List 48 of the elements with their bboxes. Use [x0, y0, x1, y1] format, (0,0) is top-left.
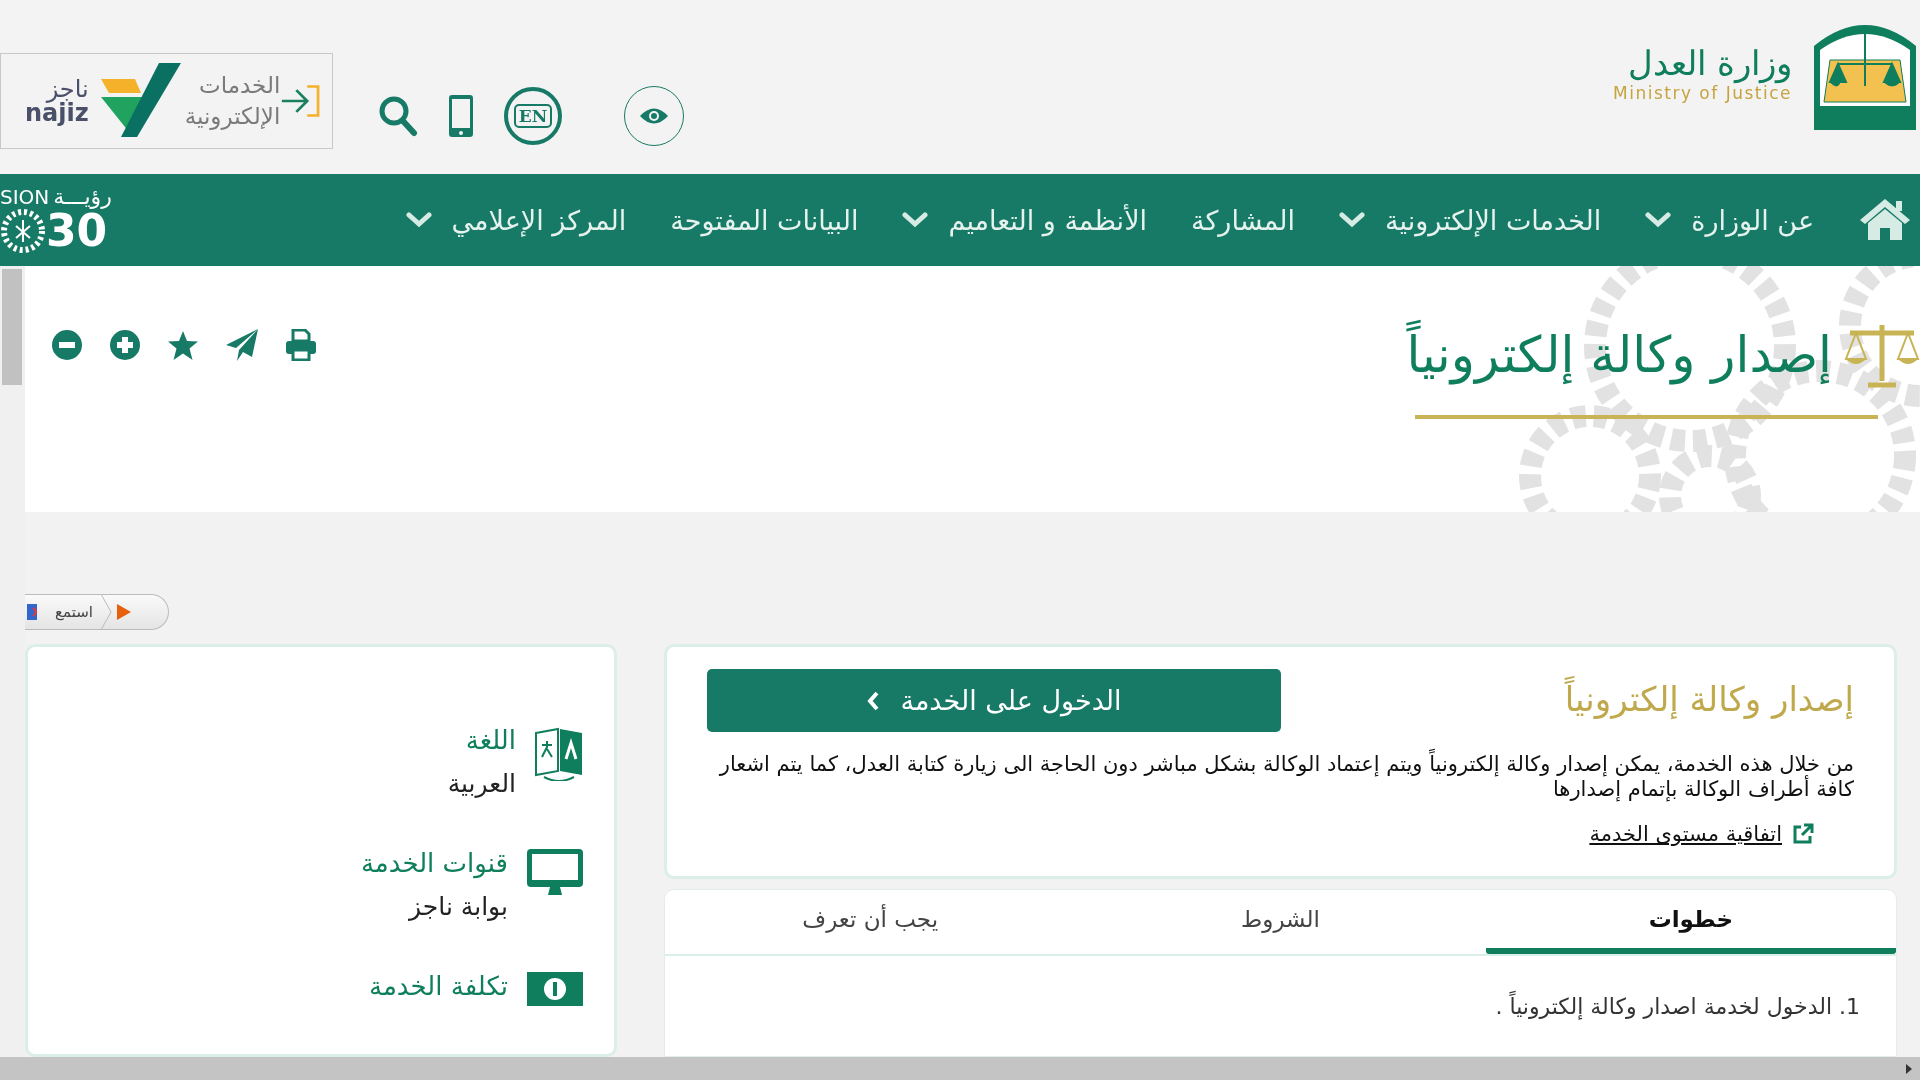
listen-button[interactable]: استمع [25, 594, 169, 630]
vision-year: 30 [46, 209, 108, 253]
banknote-icon [526, 971, 584, 1007]
info-label: اللغة [464, 725, 516, 755]
tab[interactable]: يجب أن تعرف [665, 890, 1076, 955]
chevron-down-icon[interactable] [902, 211, 929, 229]
info-value: بوابة ناجز [407, 892, 508, 921]
nav-menu-item[interactable]: البيانات المفتوحة [670, 204, 859, 236]
print-icon[interactable] [285, 329, 317, 361]
chevron-left-icon [866, 689, 881, 712]
eye-icon [639, 107, 669, 125]
scroll-right-arrow-icon[interactable] [1904, 1062, 1914, 1075]
page-title: إصدار وكالة إلكترونياً [1406, 318, 1832, 393]
star-icon[interactable] [167, 329, 199, 361]
external-link-icon [1792, 823, 1814, 846]
nav-menu-item[interactable]: الخدمات الإلكترونية [1339, 204, 1602, 236]
zoom-in-icon[interactable] [109, 329, 141, 361]
nav-menu-item[interactable]: الأنظمة و التعاميم [902, 204, 1148, 236]
scales-icon [1844, 322, 1920, 389]
search-icon[interactable] [378, 95, 418, 137]
ministry-name: وزارة العدل [1628, 42, 1792, 83]
info-label: تكلفة الخدمة [369, 971, 508, 1001]
nav-menu-item[interactable]: المشاركة [1191, 204, 1296, 236]
vision-text: رؤيـــة [53, 186, 112, 208]
zoom-out-icon[interactable] [51, 329, 83, 361]
chevron-down-icon[interactable] [405, 211, 432, 229]
nav-menu-item[interactable]: عن الوزارة [1645, 204, 1814, 236]
mobile-phone-icon[interactable] [448, 94, 474, 138]
service-level-link[interactable]: اتفاقية مستوى الخدمة [1589, 822, 1782, 847]
english-language-button[interactable]: EN [504, 87, 562, 145]
enter-service-button[interactable]: الدخول على الخدمة [707, 669, 1281, 732]
monitor-icon [526, 848, 584, 898]
scrollbar-thumb[interactable] [2, 269, 22, 385]
translate-book-icon [534, 725, 584, 781]
services-label: الخدمات الإلكترونية [183, 70, 281, 132]
info-label: قنوات الخدمة [360, 848, 508, 878]
tab[interactable]: الشروط [1075, 890, 1486, 955]
info-value: العربية [447, 769, 516, 798]
nav-menu-item[interactable]: المركز الإعلامي [405, 204, 627, 236]
chevron-down-icon[interactable] [1645, 211, 1672, 229]
vision-text: SION [0, 187, 50, 207]
chevron-down-icon[interactable] [1339, 211, 1366, 229]
paper-plane-icon[interactable] [225, 328, 259, 362]
brand-name: ناجز [46, 77, 89, 101]
service-title: إصدار وكالة إلكترونياً [1281, 669, 1854, 719]
tab[interactable]: خطوات [1485, 890, 1896, 955]
home-icon[interactable] [1858, 196, 1912, 240]
brand-name: najiz [25, 101, 89, 125]
